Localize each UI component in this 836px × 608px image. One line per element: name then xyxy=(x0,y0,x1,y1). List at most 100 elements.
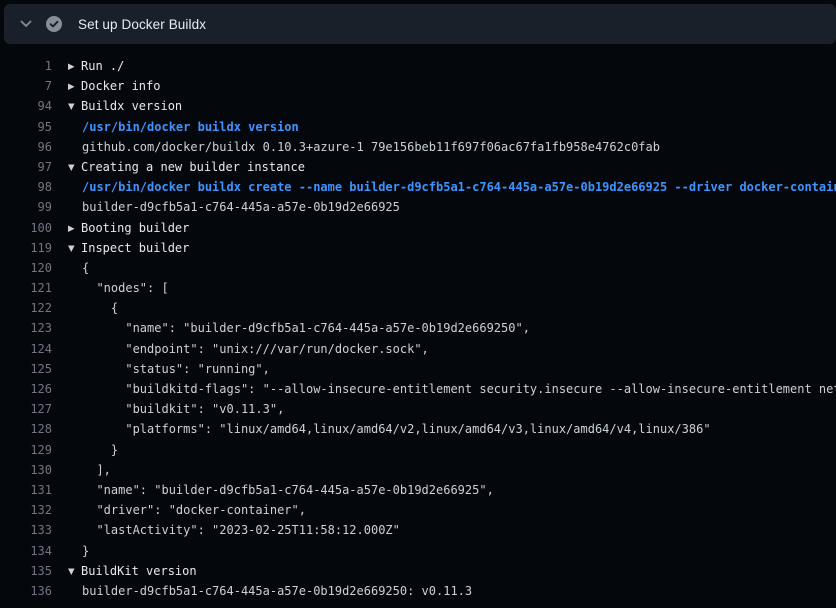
line-number[interactable]: 125 xyxy=(0,359,52,379)
log-line-content: "buildkit": "v0.11.3", xyxy=(68,399,836,419)
output-text: "name": "builder-d9cfb5a1-c764-445a-a57e… xyxy=(68,318,530,338)
output-text: builder-d9cfb5a1-c764-445a-a57e-0b19d2e6… xyxy=(68,581,472,601)
log-line: 96 github.com/docker/buildx 0.10.3+azure-… xyxy=(0,137,836,157)
log-line: 132 "driver": "docker-container", xyxy=(0,500,836,520)
output-text: "lastActivity": "2023-02-25T11:58:12.000… xyxy=(68,520,400,540)
line-number[interactable]: 135 xyxy=(0,561,52,581)
log-line-content: ], xyxy=(68,460,836,480)
log-line-content: builder-d9cfb5a1-c764-445a-a57e-0b19d2e6… xyxy=(68,197,836,217)
log-line: 122 { xyxy=(0,298,836,318)
line-number[interactable]: 119 xyxy=(0,238,52,258)
log-line-content: "lastActivity": "2023-02-25T11:58:12.000… xyxy=(68,520,836,540)
triangle-down-icon[interactable]: ▼ xyxy=(68,239,81,258)
line-number[interactable]: 120 xyxy=(0,258,52,278)
log-line: 95/usr/bin/docker buildx version xyxy=(0,117,836,137)
log-line: 98/usr/bin/docker buildx create --name b… xyxy=(0,177,836,197)
line-number[interactable]: 134 xyxy=(0,541,52,561)
log-line: 126 "buildkitd-flags": "--allow-insecure… xyxy=(0,379,836,399)
log-line-content: ▼Inspect builder xyxy=(68,238,836,258)
line-number[interactable]: 124 xyxy=(0,339,52,359)
log-line: 7 ▶Docker info xyxy=(0,76,836,96)
log-line: 94 ▼Buildx version xyxy=(0,96,836,116)
log-line-content: builder-d9cfb5a1-c764-445a-a57e-0b19d2e6… xyxy=(68,581,836,601)
log-line-content: } xyxy=(68,440,836,460)
group-title[interactable]: Run ./ xyxy=(81,59,124,73)
triangle-down-icon[interactable]: ▼ xyxy=(68,97,81,116)
line-number[interactable]: 123 xyxy=(0,318,52,338)
log-line: 131 "name": "builder-d9cfb5a1-c764-445a-… xyxy=(0,480,836,500)
log-line-content: github.com/docker/buildx 0.10.3+azure-1 … xyxy=(68,137,836,157)
log-line-content: } xyxy=(68,541,836,561)
log-line-content: /usr/bin/docker buildx version xyxy=(68,117,836,137)
output-text: } xyxy=(68,541,89,561)
log-line-content: "buildkitd-flags": "--allow-insecure-ent… xyxy=(68,379,836,399)
log-line-content: { xyxy=(68,298,836,318)
output-text: "buildkit": "v0.11.3", xyxy=(68,399,284,419)
log-line: 99 builder-d9cfb5a1-c764-445a-a57e-0b19d2… xyxy=(0,197,836,217)
line-number[interactable]: 1 xyxy=(0,56,52,76)
line-number[interactable]: 95 xyxy=(0,117,52,137)
log-line: 123 "name": "builder-d9cfb5a1-c764-445a-… xyxy=(0,318,836,338)
log-line-content: ▼Creating a new builder instance xyxy=(68,157,836,177)
check-circle-icon xyxy=(46,16,62,32)
log-line: 119 ▼Inspect builder xyxy=(0,238,836,258)
line-number[interactable]: 130 xyxy=(0,460,52,480)
triangle-right-icon[interactable]: ▶ xyxy=(68,77,81,96)
line-number[interactable]: 100 xyxy=(0,218,52,238)
log-line: 127 "buildkit": "v0.11.3", xyxy=(0,399,836,419)
group-title[interactable]: Booting builder xyxy=(81,221,189,235)
line-number[interactable]: 121 xyxy=(0,278,52,298)
log-line-content: "platforms": "linux/amd64,linux/amd64/v2… xyxy=(68,419,836,439)
line-number[interactable]: 133 xyxy=(0,520,52,540)
log-line: 130 ], xyxy=(0,460,836,480)
triangle-right-icon[interactable]: ▶ xyxy=(68,219,81,238)
log-lines-container: 1▶Run ./7▶Docker info94▼Buildx version95… xyxy=(0,44,836,601)
step-title: Set up Docker Buildx xyxy=(78,17,206,32)
log-line: 121 "nodes": [ xyxy=(0,278,836,298)
triangle-down-icon[interactable]: ▼ xyxy=(68,562,81,581)
log-line: 124 "endpoint": "unix:///var/run/docker.… xyxy=(0,339,836,359)
line-number[interactable]: 132 xyxy=(0,500,52,520)
line-number[interactable]: 122 xyxy=(0,298,52,318)
group-title[interactable]: Creating a new builder instance xyxy=(81,160,305,174)
line-number[interactable]: 94 xyxy=(0,96,52,116)
output-text: "driver": "docker-container", xyxy=(68,500,306,520)
triangle-down-icon[interactable]: ▼ xyxy=(68,158,81,177)
line-number[interactable]: 129 xyxy=(0,440,52,460)
group-title[interactable]: Inspect builder xyxy=(81,241,189,255)
line-number[interactable]: 98 xyxy=(0,177,52,197)
line-number[interactable]: 97 xyxy=(0,157,52,177)
line-number[interactable]: 99 xyxy=(0,197,52,217)
line-number[interactable]: 7 xyxy=(0,76,52,96)
line-number[interactable]: 126 xyxy=(0,379,52,399)
output-text: "endpoint": "unix:///var/run/docker.sock… xyxy=(68,339,429,359)
log-line-content: ▼Buildx version xyxy=(68,96,836,116)
output-text: "platforms": "linux/amd64,linux/amd64/v2… xyxy=(68,419,711,439)
line-number[interactable]: 131 xyxy=(0,480,52,500)
line-number[interactable]: 128 xyxy=(0,419,52,439)
line-number[interactable]: 96 xyxy=(0,137,52,157)
group-title[interactable]: Docker info xyxy=(81,79,160,93)
group-title[interactable]: BuildKit version xyxy=(81,564,197,578)
log-line-content: "nodes": [ xyxy=(68,278,836,298)
output-text: ], xyxy=(68,460,111,480)
log-line: 97 ▼Creating a new builder instance xyxy=(0,157,836,177)
log-line-content: "name": "builder-d9cfb5a1-c764-445a-a57e… xyxy=(68,318,836,338)
group-title[interactable]: Buildx version xyxy=(81,99,182,113)
log-line-content: ▶Docker info xyxy=(68,76,836,96)
log-line: 129 } xyxy=(0,440,836,460)
log-line-content: { xyxy=(68,258,836,278)
log-line: 128 "platforms": "linux/amd64,linux/amd6… xyxy=(0,419,836,439)
output-text: { xyxy=(68,298,118,318)
line-number[interactable]: 127 xyxy=(0,399,52,419)
triangle-right-icon[interactable]: ▶ xyxy=(68,57,81,76)
log-line-content: "driver": "docker-container", xyxy=(68,500,836,520)
output-text: { xyxy=(68,258,89,278)
line-number[interactable]: 136 xyxy=(0,581,52,601)
step-header[interactable]: Set up Docker Buildx xyxy=(4,4,836,44)
workflow-step-log: Set up Docker Buildx 1▶Run ./7▶Docker in… xyxy=(0,4,836,601)
chevron-down-icon[interactable] xyxy=(14,12,38,36)
log-line: 136 builder-d9cfb5a1-c764-445a-a57e-0b19d… xyxy=(0,581,836,601)
log-line-content: "status": "running", xyxy=(68,359,836,379)
log-line: 100 ▶Booting builder xyxy=(0,218,836,238)
